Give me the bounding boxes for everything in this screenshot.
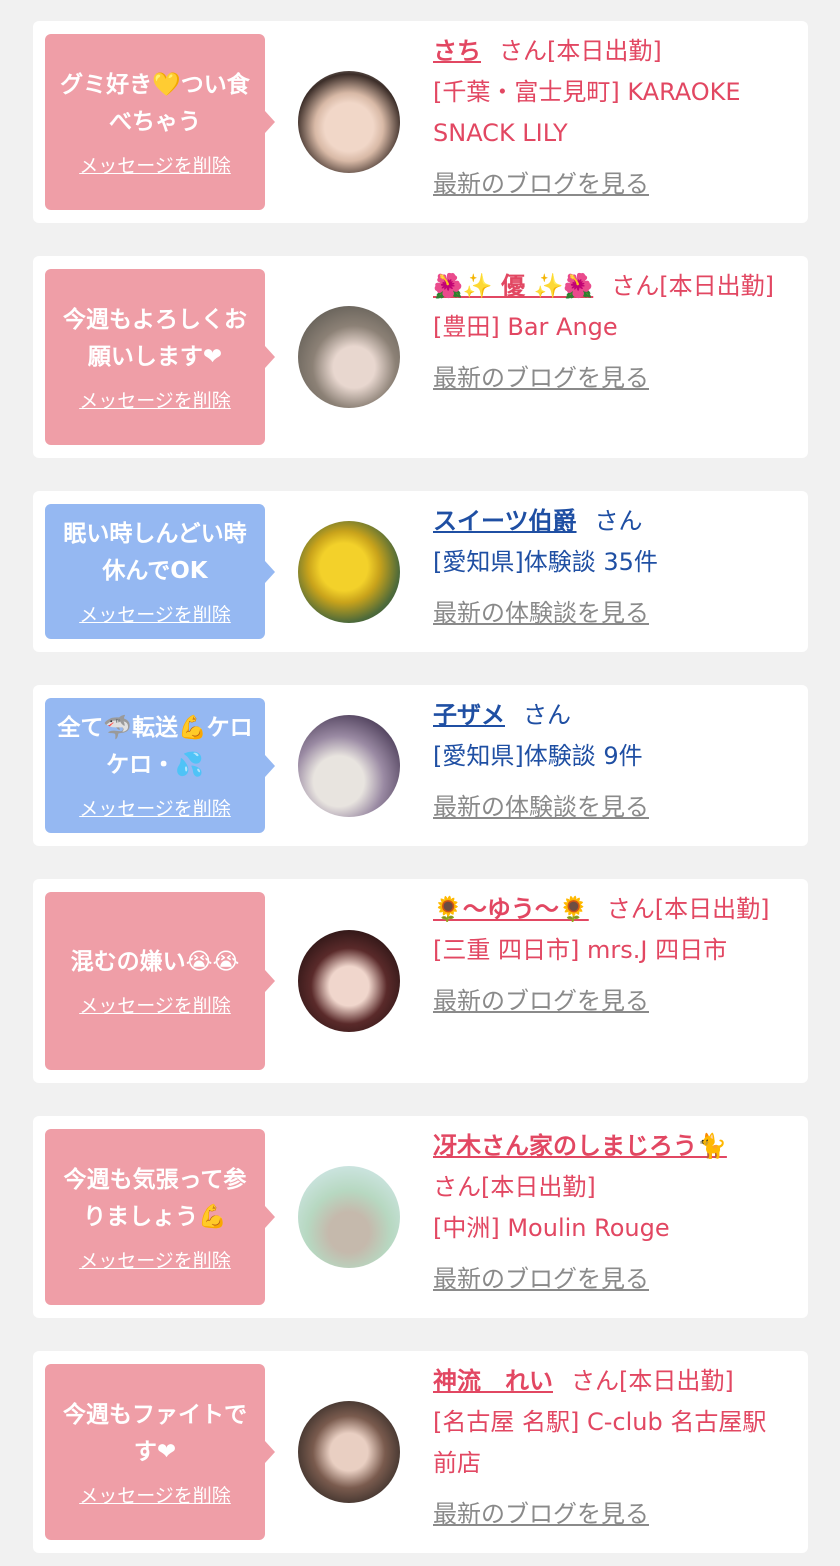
delete-message-link[interactable]: メッセージを削除 [79, 991, 231, 1018]
latest-blog-link[interactable]: 最新のブログを見る [433, 358, 784, 399]
profile-name-link[interactable]: 冴木さん家のしまじろう🐈 [433, 1132, 727, 1160]
profile-name-link[interactable]: 子ザメ [433, 701, 505, 729]
profile-info: スイーツ伯爵 さん [愛知県]体験談 35件 最新の体験談を見る [433, 501, 784, 634]
avatar[interactable] [298, 715, 400, 817]
latest-blog-link[interactable]: 最新のブログを見る [433, 981, 784, 1022]
profile-suffix: さん[本日出勤] [499, 37, 662, 65]
shop-info: [中洲] Moulin Rouge [433, 1214, 670, 1242]
message-text: 混むの嫌い😭😭 [70, 949, 240, 975]
message-card: 混むの嫌い😭😭 メッセージを削除 🌻〜ゆう〜🌻 さん[本日出勤] [三重 四日市]… [33, 879, 808, 1083]
shop-info: [愛知県]体験談 9件 [433, 742, 643, 770]
message-bubble: 全て🦈転送💪ケロケロ・💦 メッセージを削除 [45, 698, 275, 833]
latest-review-link[interactable]: 最新の体験談を見る [433, 787, 784, 828]
delete-message-link[interactable]: メッセージを削除 [79, 151, 231, 178]
shop-info: [三重 四日市] mrs.J 四日市 [433, 936, 728, 964]
profile-suffix: さん [523, 701, 571, 729]
message-card: 全て🦈転送💪ケロケロ・💦 メッセージを削除 子ザメ さん [愛知県]体験談 9件 … [33, 685, 808, 846]
message-card: グミ好き💛つい食べちゃう メッセージを削除 さち さん[本日出勤] [千葉・富士見… [33, 21, 808, 223]
profile-name-link[interactable]: スイーツ伯爵 [433, 507, 577, 535]
message-text: 今週もよろしくお願いします❤ [63, 306, 247, 370]
shop-info: [名古屋 名駅] C-club 名古屋駅前店 [433, 1408, 767, 1477]
delete-message-link[interactable]: メッセージを削除 [79, 600, 231, 627]
profile-info: さち さん[本日出勤] [千葉・富士見町] KARAOKE SNACK LILY … [433, 31, 784, 205]
shop-info: [千葉・富士見町] KARAOKE SNACK LILY [433, 78, 741, 147]
message-card: 今週もよろしくお願いします❤ メッセージを削除 🌺✨ 優 ✨🌺 さん[本日出勤] … [33, 256, 808, 458]
latest-blog-link[interactable]: 最新のブログを見る [433, 1494, 784, 1535]
avatar[interactable] [298, 521, 400, 623]
latest-blog-link[interactable]: 最新のブログを見る [433, 1259, 784, 1300]
profile-name-link[interactable]: 神流 れい [433, 1367, 553, 1395]
message-text: 全て🦈転送💪ケロケロ・💦 [57, 715, 253, 778]
profile-info: 🌻〜ゆう〜🌻 さん[本日出勤] [三重 四日市] mrs.J 四日市 最新のブログ… [433, 889, 784, 1022]
avatar[interactable] [298, 1401, 400, 1503]
message-list: グミ好き💛つい食べちゃう メッセージを削除 さち さん[本日出勤] [千葉・富士見… [0, 0, 840, 1566]
message-text: 今週もファイトです❤ [63, 1401, 247, 1465]
delete-message-link[interactable]: メッセージを削除 [79, 1246, 231, 1273]
profile-name-link[interactable]: さち [433, 37, 481, 65]
message-card: 今週も気張って参りましょう💪 メッセージを削除 冴木さん家のしまじろう🐈 さん[… [33, 1116, 808, 1318]
shop-info: [愛知県]体験談 35件 [433, 548, 658, 576]
message-bubble: 混むの嫌い😭😭 メッセージを削除 [45, 892, 275, 1070]
latest-blog-link[interactable]: 最新のブログを見る [433, 164, 784, 205]
profile-name-link[interactable]: 🌺✨ 優 ✨🌺 [433, 272, 593, 300]
message-bubble: 今週も気張って参りましょう💪 メッセージを削除 [45, 1129, 275, 1305]
profile-info: 神流 れい さん[本日出勤] [名古屋 名駅] C-club 名古屋駅前店 最新の… [433, 1361, 784, 1535]
shop-info: [豊田] Bar Ange [433, 313, 618, 341]
message-bubble: グミ好き💛つい食べちゃう メッセージを削除 [45, 34, 275, 210]
message-text: 眠い時しんどい時休んでOK [63, 521, 247, 584]
profile-suffix: さん[本日出勤] [433, 1173, 596, 1201]
message-bubble: 眠い時しんどい時休んでOK メッセージを削除 [45, 504, 275, 639]
profile-name-link[interactable]: 🌻〜ゆう〜🌻 [433, 895, 589, 923]
message-card: 今週もファイトです❤ メッセージを削除 神流 れい さん[本日出勤] [名古屋 名… [33, 1351, 808, 1553]
profile-info: 🌺✨ 優 ✨🌺 さん[本日出勤] [豊田] Bar Ange 最新のブログを見る [433, 266, 784, 399]
profile-suffix: さん [594, 507, 643, 535]
latest-review-link[interactable]: 最新の体験談を見る [433, 593, 784, 634]
profile-info: 冴木さん家のしまじろう🐈 さん[本日出勤] [中洲] Moulin Rouge … [433, 1126, 784, 1300]
avatar[interactable] [298, 930, 400, 1032]
message-card: 眠い時しんどい時休んでOK メッセージを削除 スイーツ伯爵 さん [愛知県]体験談… [33, 491, 808, 652]
avatar[interactable] [298, 306, 400, 408]
profile-info: 子ザメ さん [愛知県]体験談 9件 最新の体験談を見る [433, 695, 784, 828]
profile-suffix: さん[本日出勤] [611, 272, 774, 300]
avatar[interactable] [298, 71, 400, 173]
avatar[interactable] [298, 1166, 400, 1268]
delete-message-link[interactable]: メッセージを削除 [79, 1481, 231, 1508]
profile-suffix: さん[本日出勤] [571, 1367, 734, 1395]
message-bubble: 今週もファイトです❤ メッセージを削除 [45, 1364, 275, 1540]
message-text: グミ好き💛つい食べちゃう [60, 71, 250, 135]
profile-suffix: さん[本日出勤] [606, 895, 770, 923]
message-bubble: 今週もよろしくお願いします❤ メッセージを削除 [45, 269, 275, 445]
delete-message-link[interactable]: メッセージを削除 [79, 794, 231, 821]
delete-message-link[interactable]: メッセージを削除 [79, 386, 231, 413]
message-text: 今週も気張って参りましょう💪 [63, 1166, 247, 1230]
